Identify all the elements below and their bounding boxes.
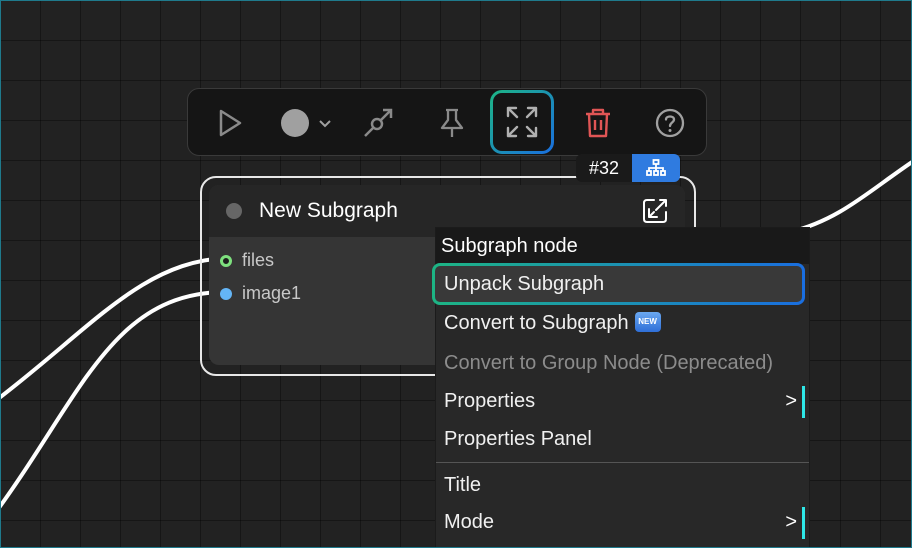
pin-icon [440,108,464,137]
expand-arrows-icon [506,106,538,138]
node-title: New Subgraph [259,199,398,222]
wire-files [0,256,227,400]
node-status-dot[interactable] [226,203,242,219]
menu-header: Subgraph node [436,228,809,264]
wire-output [789,159,912,234]
submenu-arrow: > [785,511,797,533]
open-subgraph-button[interactable] [641,197,669,230]
help-button[interactable] [650,89,690,157]
slot-label: image1 [242,283,302,303]
hierarchy-icon [646,159,666,176]
node-toolbar [187,88,707,156]
fit-view-button[interactable] [490,90,554,154]
wire-image1 [0,290,227,510]
input-slot-image1[interactable]: image1 [220,283,301,304]
menu-separator [436,462,809,463]
delete-button[interactable] [578,89,618,157]
context-menu: Subgraph node Unpack Subgraph Convert to… [436,228,809,548]
submenu-arrow: > [785,390,797,412]
menu-item-convert-to-group-node: Convert to Group Node (Deprecated) [444,352,774,374]
color-picker-button[interactable] [276,89,336,157]
submenu-indicator [802,507,805,539]
menu-item-title[interactable]: Title [436,467,809,503]
bypass-button[interactable] [358,89,398,157]
menu-item-mode[interactable]: Mode > [436,504,809,540]
run-button[interactable] [210,89,250,157]
play-icon [219,109,242,137]
subgraph-badge[interactable] [632,154,680,182]
trash-icon [586,108,610,138]
submenu-indicator [802,386,805,418]
pin-button[interactable] [432,89,472,157]
menu-item-unpack-subgraph[interactable]: Unpack Subgraph [432,263,805,305]
new-badge: NEW [634,311,661,332]
help-circle-icon [655,108,685,138]
menu-item-convert-to-subgraph[interactable]: Convert to Subgraph NEW [436,305,809,341]
input-slot-files[interactable]: files [220,250,274,271]
open-external-icon [643,199,667,223]
menu-item-properties-panel[interactable]: Properties Panel [436,421,809,457]
slot-connector-files[interactable] [220,254,232,267]
slot-connector-image1[interactable] [220,287,232,300]
color-circle-icon [281,109,331,137]
node-id-badge: #32 [576,154,632,182]
menu-item-properties[interactable]: Properties > [436,383,809,419]
slot-label: files [242,250,275,270]
bypass-icon [364,108,393,137]
